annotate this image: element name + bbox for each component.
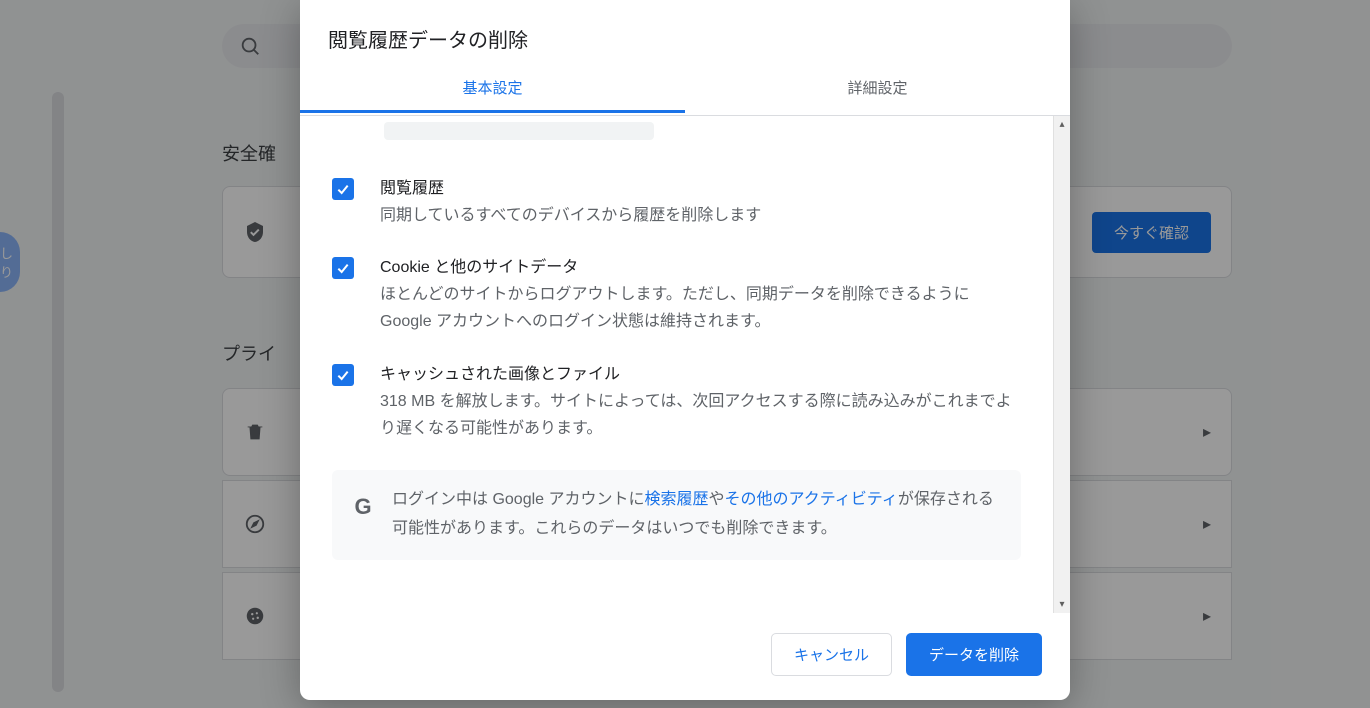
scroll-up-icon[interactable]: ▴ — [1054, 116, 1070, 133]
clear-data-button[interactable]: データを削除 — [906, 633, 1042, 676]
tab-basic[interactable]: 基本設定 — [300, 65, 685, 115]
link-other-activity[interactable]: その他のアクティビティ — [725, 491, 898, 508]
dialog-tabs: 基本設定 詳細設定 — [300, 65, 1070, 116]
clear-browsing-data-dialog: 閲覧履歴データの削除 基本設定 詳細設定 閲覧履歴 同期しているすべてのデバイス… — [300, 0, 1070, 700]
info-pre: ログイン中は Google アカウントに — [392, 491, 645, 508]
dialog-scroll-area: 閲覧履歴 同期しているすべてのデバイスから履歴を削除します Cookie と他の… — [300, 116, 1053, 613]
checkbox-browsing-history[interactable] — [332, 178, 354, 200]
option-title: 閲覧履歴 — [380, 174, 1021, 198]
dialog-title: 閲覧履歴データの削除 — [328, 24, 1042, 53]
option-desc: 318 MB を解放します。サイトによっては、次回アクセスする際に読み込みがこれ… — [380, 388, 1021, 442]
dialog-body: 閲覧履歴 同期しているすべてのデバイスから履歴を削除します Cookie と他の… — [300, 116, 1070, 613]
dialog-scrollbar[interactable]: ▴ ▾ — [1053, 116, 1070, 613]
scroll-down-icon[interactable]: ▾ — [1054, 596, 1070, 613]
google-account-info: G ログイン中は Google アカウントに検索履歴やその他のアクティビティが保… — [332, 470, 1021, 560]
tab-advanced[interactable]: 詳細設定 — [685, 65, 1070, 115]
info-text: ログイン中は Google アカウントに検索履歴やその他のアクティビティが保存さ… — [392, 486, 1003, 544]
option-desc: 同期しているすべてのデバイスから履歴を削除します — [380, 202, 1021, 229]
info-mid: や — [709, 491, 725, 508]
link-search-history[interactable]: 検索履歴 — [645, 491, 709, 508]
dialog-header: 閲覧履歴データの削除 — [300, 0, 1070, 65]
dialog-footer: キャンセル データを削除 — [300, 613, 1070, 700]
google-g-icon: G — [350, 494, 376, 520]
option-title: Cookie と他のサイトデータ — [380, 253, 1021, 277]
option-cache[interactable]: キャッシュされた画像とファイル 318 MB を解放します。サイトによっては、次… — [324, 348, 1029, 454]
option-desc: ほとんどのサイトからログアウトします。ただし、同期データを削除できるように Go… — [380, 281, 1021, 335]
time-range-selector[interactable] — [384, 122, 654, 140]
checkbox-cookies[interactable] — [332, 257, 354, 279]
option-title: キャッシュされた画像とファイル — [380, 360, 1021, 384]
checkbox-cache[interactable] — [332, 364, 354, 386]
option-browsing-history[interactable]: 閲覧履歴 同期しているすべてのデバイスから履歴を削除します — [324, 162, 1029, 241]
option-cookies[interactable]: Cookie と他のサイトデータ ほとんどのサイトからログアウトします。ただし、… — [324, 241, 1029, 347]
cancel-button[interactable]: キャンセル — [771, 633, 892, 676]
